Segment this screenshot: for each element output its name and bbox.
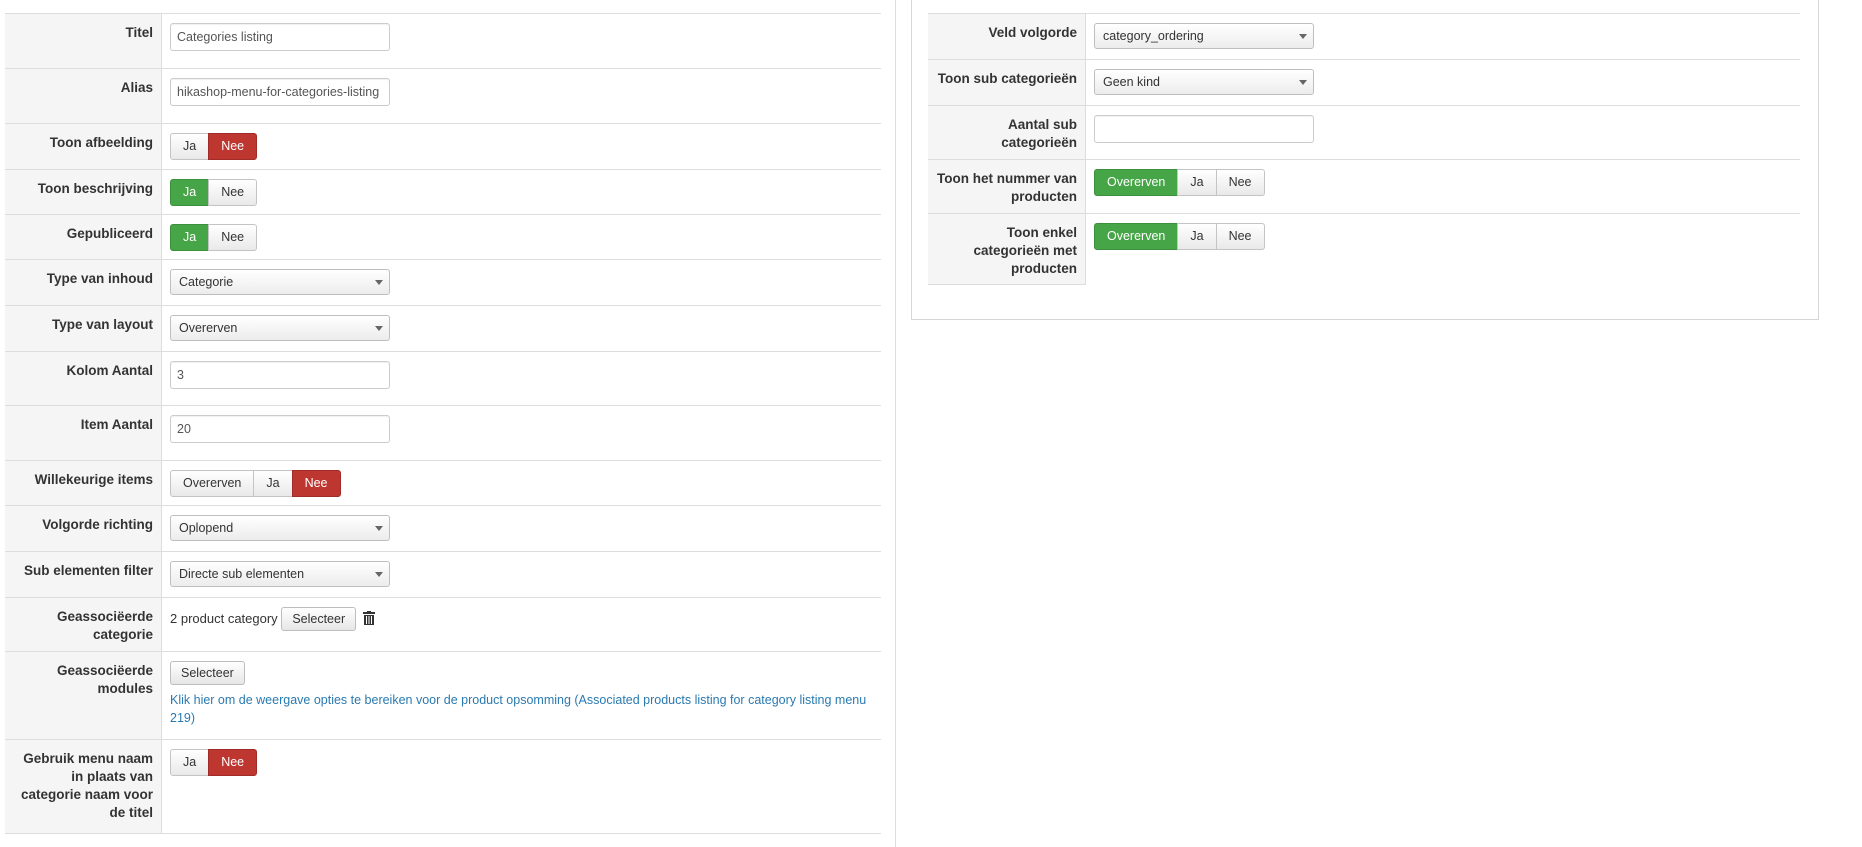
option-overerven-button[interactable]: Overerven <box>170 470 255 497</box>
toon-sub-label: Toon sub categorieën <box>928 60 1086 105</box>
type-layout-select[interactable]: Overerven <box>170 315 390 341</box>
option-overerven-button[interactable]: Overerven <box>1094 223 1179 250</box>
option-ja-button[interactable]: Ja <box>170 179 210 206</box>
option-nee-button[interactable]: Nee <box>1215 223 1265 250</box>
toon-beschrijving-label: Toon beschrijving <box>5 170 162 214</box>
option-nee-button[interactable]: Nee <box>291 470 341 497</box>
alias-input[interactable]: hikashop-menu-for-categories-listing <box>170 78 390 106</box>
chevron-down-icon <box>375 326 383 331</box>
row-toon-beschrijving: Toon beschrijving Ja Nee <box>5 170 881 215</box>
top-border <box>928 0 1800 14</box>
row-geass-modules: Geassociëerde modules Selecteer Klik hie… <box>5 652 881 740</box>
type-layout-value: Overerven <box>179 321 238 335</box>
option-ja-button[interactable]: Ja <box>253 470 293 497</box>
row-geass-categorie: Geassociëerde categorie 2 product catego… <box>5 598 881 652</box>
option-nee-button[interactable]: Nee <box>208 179 258 206</box>
option-nee-button[interactable]: Nee <box>208 224 258 251</box>
toon-beschrijving-toggle[interactable]: Ja Nee <box>170 179 258 206</box>
toon-enkel-toggle[interactable]: Overerven Ja Nee <box>1094 223 1265 250</box>
chevron-down-icon <box>375 280 383 285</box>
toon-afbeelding-toggle[interactable]: Ja Nee <box>170 133 258 160</box>
gepubliceerd-label: Gepubliceerd <box>5 215 162 259</box>
alias-label: Alias <box>5 69 162 123</box>
row-gepubliceerd: Gepubliceerd Ja Nee <box>5 215 881 260</box>
volgorde-richting-label: Volgorde richting <box>5 506 162 551</box>
sub-filter-value: Directe sub elementen <box>179 567 305 581</box>
option-nee-button[interactable]: Nee <box>1215 169 1265 196</box>
chevron-down-icon <box>1299 34 1307 39</box>
willekeurige-toggle[interactable]: Overerven Ja Nee <box>170 470 341 497</box>
toon-nummer-label: Toon het nummer van producten <box>928 160 1086 213</box>
left-form: Titel Categories listing Alias hikashop-… <box>5 0 881 834</box>
option-ja-button[interactable]: Ja <box>1177 223 1217 250</box>
row-toon-afbeelding: Toon afbeelding Ja Nee <box>5 124 881 170</box>
volgorde-richting-value: Oplopend <box>179 521 234 535</box>
item-aantal-label: Item Aantal <box>5 406 162 460</box>
row-willekeurige: Willekeurige items Overerven Ja Nee <box>5 461 881 506</box>
chevron-down-icon <box>1299 80 1307 85</box>
trash-icon[interactable] <box>362 611 375 628</box>
type-inhoud-label: Type van inhoud <box>5 260 162 305</box>
veld-volgorde-value: category_ordering <box>1103 29 1204 43</box>
row-type-inhoud: Type van inhoud Categorie <box>5 260 881 306</box>
type-layout-label: Type van layout <box>5 306 162 351</box>
row-item-aantal: Item Aantal 20 <box>5 406 881 461</box>
geass-categorie-text: 2 product category <box>170 611 278 626</box>
option-ja-button[interactable]: Ja <box>170 133 210 160</box>
item-aantal-input[interactable]: 20 <box>170 415 390 443</box>
aantal-sub-input[interactable] <box>1094 115 1314 143</box>
gebruik-menu-label: Gebruik menu naam in plaats van categori… <box>5 740 162 833</box>
right-form: Veld volgorde category_ordering Toon sub… <box>928 0 1800 285</box>
kolom-aantal-input[interactable]: 3 <box>170 361 390 389</box>
toon-enkel-label: Toon enkel categorieën met producten <box>928 214 1086 285</box>
option-ja-button[interactable]: Ja <box>1177 169 1217 196</box>
type-inhoud-select[interactable]: Categorie <box>170 269 390 295</box>
product-listing-options-link[interactable]: Klik hier om de weergave opties te berei… <box>170 691 881 727</box>
option-nee-button[interactable]: Nee <box>208 749 258 776</box>
chevron-down-icon <box>375 572 383 577</box>
option-nee-button[interactable]: Nee <box>208 133 258 160</box>
row-titel: Titel Categories listing <box>5 14 881 69</box>
row-veld-volgorde: Veld volgorde category_ordering <box>928 14 1800 60</box>
row-toon-sub: Toon sub categorieën Geen kind <box>928 60 1800 106</box>
veld-volgorde-select[interactable]: category_ordering <box>1094 23 1314 49</box>
toon-sub-select[interactable]: Geen kind <box>1094 69 1314 95</box>
toon-nummer-toggle[interactable]: Overerven Ja Nee <box>1094 169 1265 196</box>
column-divider <box>895 0 896 847</box>
top-border <box>5 0 881 14</box>
row-gebruik-menu: Gebruik menu naam in plaats van categori… <box>5 740 881 834</box>
row-sub-filter: Sub elementen filter Directe sub element… <box>5 552 881 598</box>
gebruik-menu-toggle[interactable]: Ja Nee <box>170 749 258 776</box>
row-toon-enkel: Toon enkel categorieën met producten Ove… <box>928 214 1800 285</box>
row-aantal-sub: Aantal sub categorieën <box>928 106 1800 160</box>
select-modules-button[interactable]: Selecteer <box>170 661 245 685</box>
row-type-layout: Type van layout Overerven <box>5 306 881 352</box>
gepubliceerd-toggle[interactable]: Ja Nee <box>170 224 258 251</box>
toon-afbeelding-label: Toon afbeelding <box>5 124 162 169</box>
row-volgorde-richting: Volgorde richting Oplopend <box>5 506 881 552</box>
toon-sub-value: Geen kind <box>1103 75 1160 89</box>
option-ja-button[interactable]: Ja <box>170 224 210 251</box>
titel-input[interactable]: Categories listing <box>170 23 390 51</box>
willekeurige-label: Willekeurige items <box>5 461 162 505</box>
titel-label: Titel <box>5 14 162 68</box>
row-alias: Alias hikashop-menu-for-categories-listi… <box>5 69 881 124</box>
option-overerven-button[interactable]: Overerven <box>1094 169 1179 196</box>
type-inhoud-value: Categorie <box>179 275 234 289</box>
sub-filter-label: Sub elementen filter <box>5 552 162 597</box>
kolom-aantal-label: Kolom Aantal <box>5 352 162 405</box>
option-ja-button[interactable]: Ja <box>170 749 210 776</box>
chevron-down-icon <box>375 526 383 531</box>
volgorde-richting-select[interactable]: Oplopend <box>170 515 390 541</box>
aantal-sub-label: Aantal sub categorieën <box>928 106 1086 159</box>
geass-categorie-label: Geassociëerde categorie <box>5 598 162 651</box>
veld-volgorde-label: Veld volgorde <box>928 14 1086 59</box>
row-toon-nummer: Toon het nummer van producten Overerven J… <box>928 160 1800 214</box>
row-kolom-aantal: Kolom Aantal 3 <box>5 352 881 406</box>
select-category-button[interactable]: Selecteer <box>281 607 357 631</box>
sub-filter-select[interactable]: Directe sub elementen <box>170 561 390 587</box>
geass-modules-label: Geassociëerde modules <box>5 652 162 739</box>
